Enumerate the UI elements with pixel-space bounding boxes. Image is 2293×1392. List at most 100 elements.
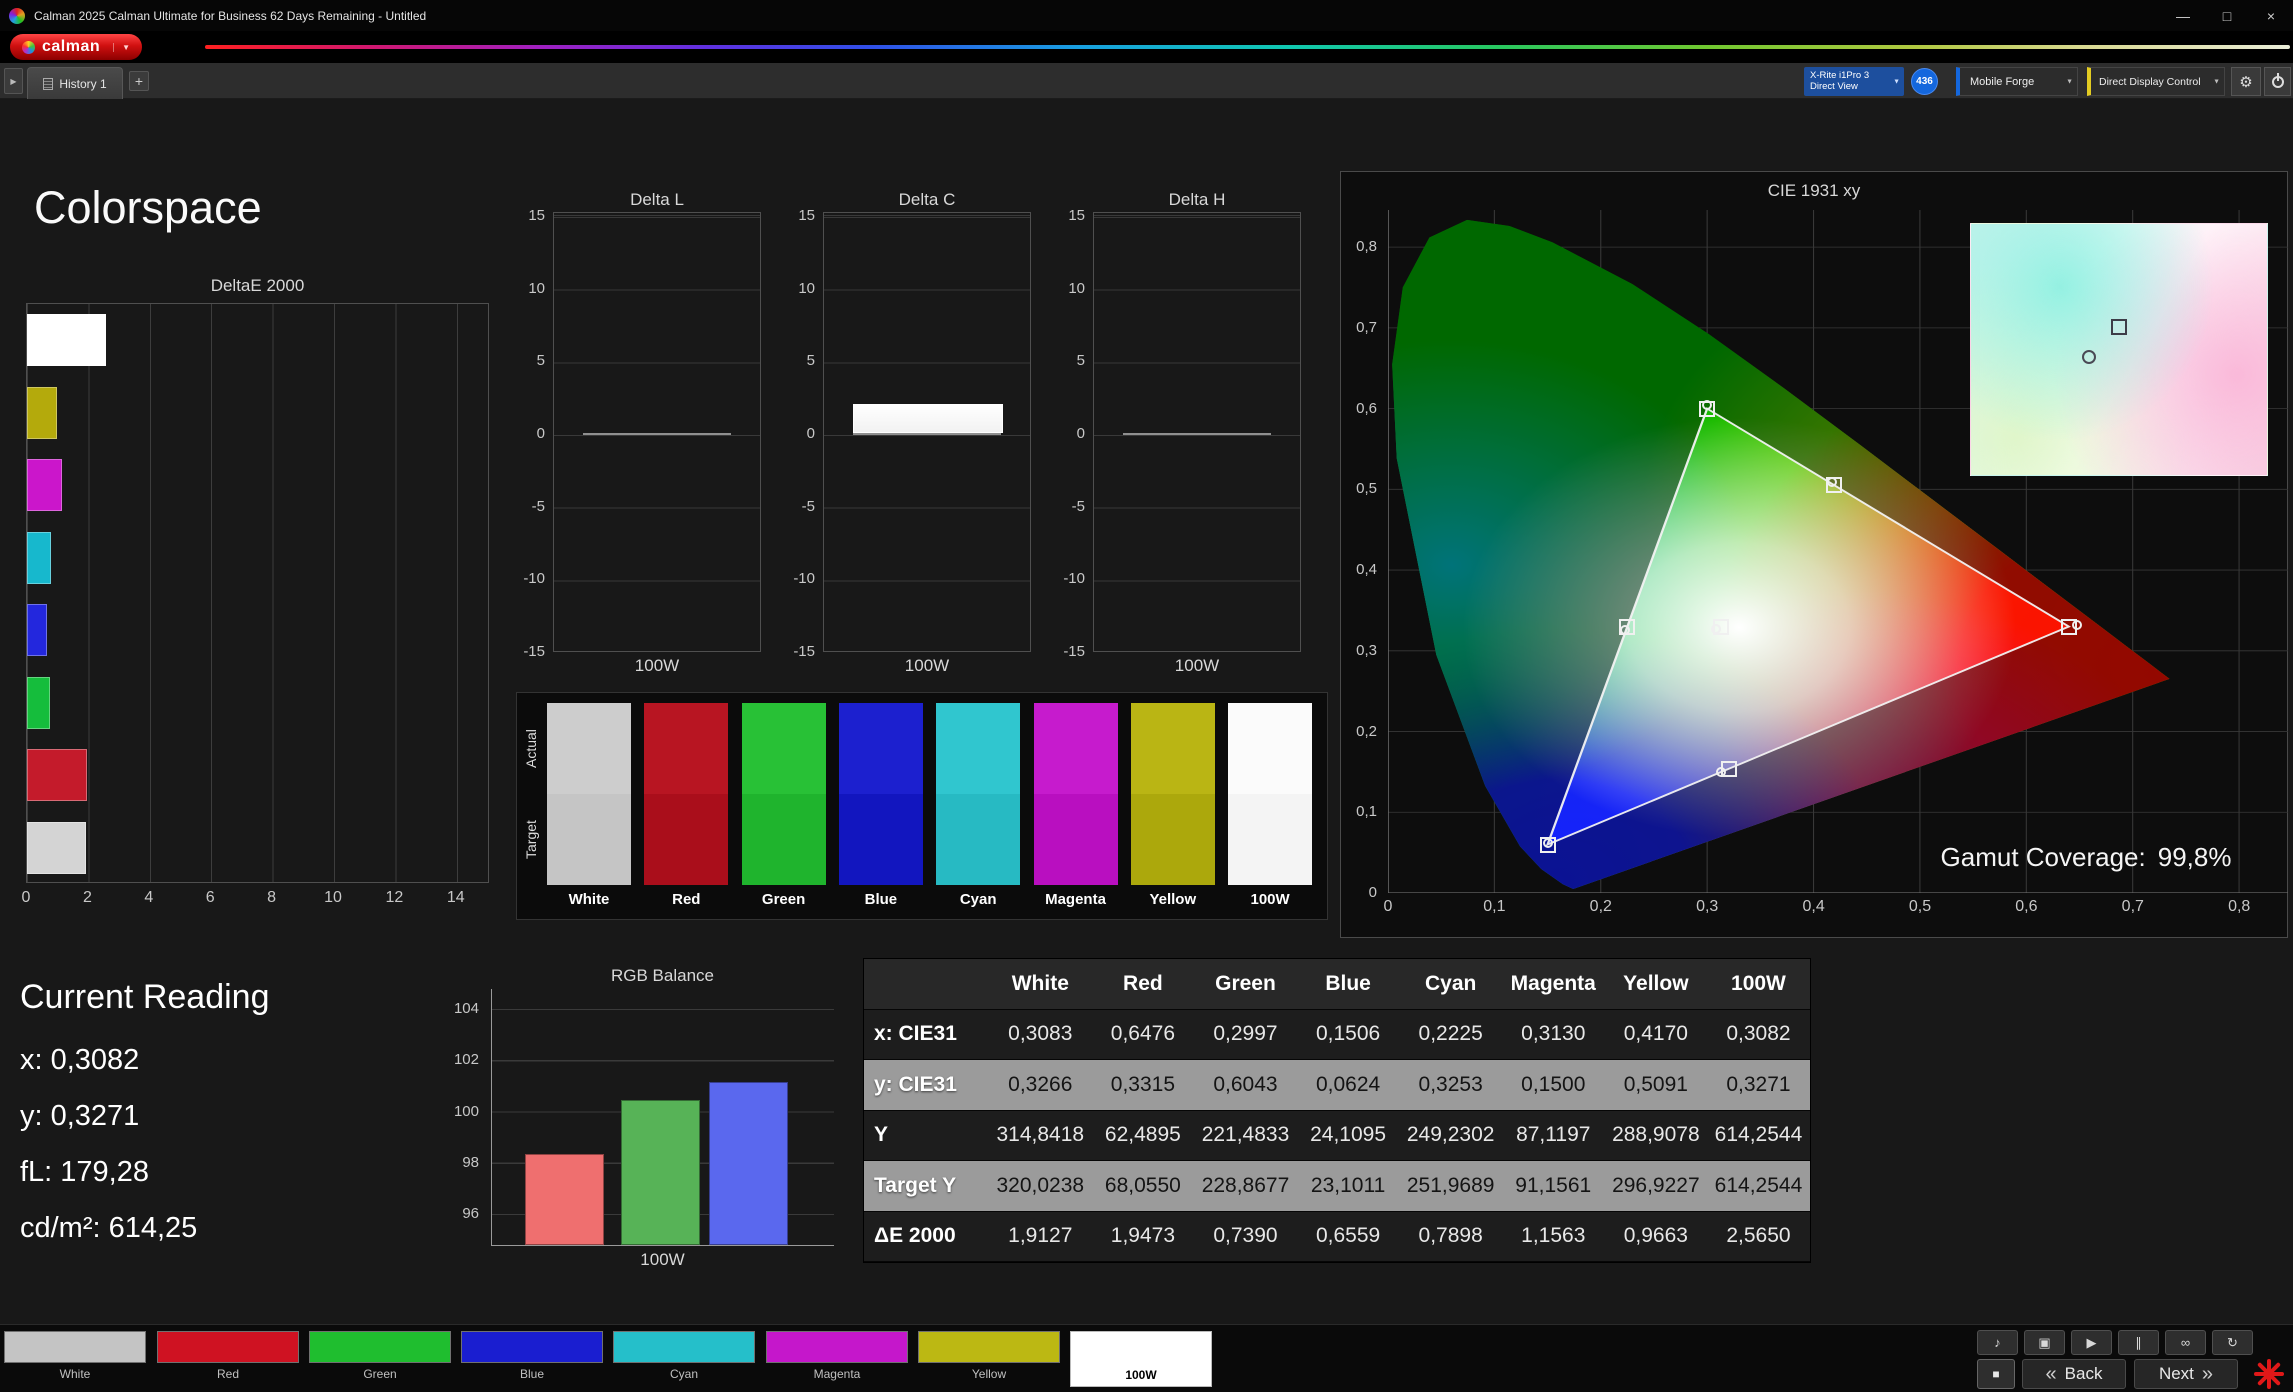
gamut-coverage: Gamut Coverage: 99,8% bbox=[1921, 842, 2251, 873]
next-label: Next bbox=[2158, 1364, 2194, 1383]
meter-count-badge: 436 bbox=[1911, 68, 1938, 95]
swatch-label: Red bbox=[672, 891, 701, 908]
patch-button-magenta[interactable]: Magenta bbox=[766, 1331, 908, 1387]
patch-button-100w[interactable]: 100W bbox=[1070, 1331, 1212, 1387]
minimize-button[interactable]: — bbox=[2161, 0, 2205, 31]
rainbow-divider bbox=[205, 45, 2290, 49]
patch-label: Red bbox=[216, 1367, 239, 1381]
patch-button-white[interactable]: White bbox=[4, 1331, 146, 1387]
close-button[interactable]: × bbox=[2249, 0, 2293, 31]
window-title: Calman 2025 Calman Ultimate for Business… bbox=[34, 8, 427, 23]
table-row: y: CIE31 0,3266 0,3315 0,6043 0,0624 0,3253 0,… bbox=[864, 1060, 1810, 1111]
cie-panel: CIE 1931 xy 0 0,1 0,2 0,3 0,4 0,5 0,6 0,… bbox=[1340, 171, 2288, 938]
tab-history-1[interactable]: History 1 bbox=[27, 67, 123, 99]
maximize-button[interactable]: □ bbox=[2205, 0, 2249, 31]
tab-scroll-button[interactable]: ▶ bbox=[4, 68, 23, 94]
chevron-down-icon: ▼ bbox=[1893, 78, 1900, 85]
delta-ytick: -15 bbox=[793, 643, 815, 660]
tab-label: History 1 bbox=[59, 76, 107, 91]
swatch-column-yellow: Yellow bbox=[1130, 703, 1215, 908]
patch-button-blue[interactable]: Blue bbox=[461, 1331, 603, 1387]
pause-button[interactable]: ∥ bbox=[2118, 1330, 2159, 1355]
display-control-label: Direct Display Control bbox=[2099, 75, 2201, 88]
cie-ytick: 0,6 bbox=[1356, 399, 1377, 417]
delta-ytick: 10 bbox=[798, 279, 815, 297]
rgb-bar-red bbox=[525, 1154, 604, 1245]
deltae-bar-yellow bbox=[27, 386, 57, 439]
delta-ytick: 15 bbox=[528, 207, 545, 224]
calman-window: Calman 2025 Calman Ultimate for Business… bbox=[0, 0, 2293, 1392]
deltae-row bbox=[27, 304, 488, 377]
deltae-row bbox=[27, 522, 488, 595]
display-control-button[interactable]: Direct Display Control ▼ bbox=[2087, 67, 2225, 96]
delta-ytick: -15 bbox=[523, 643, 545, 660]
table-cell: 0,3271 bbox=[1726, 1072, 1791, 1096]
rgb-ytick: 98 bbox=[462, 1153, 479, 1171]
next-arrow-icon: » bbox=[2201, 1362, 2214, 1385]
target-swatch-white bbox=[547, 794, 631, 885]
capture-icon: ▣ bbox=[2038, 1334, 2051, 1350]
table-cell: 1,1563 bbox=[1521, 1224, 1586, 1248]
patch-button-cyan[interactable]: Cyan bbox=[613, 1331, 755, 1387]
delta-ytick: 10 bbox=[1068, 279, 1085, 297]
cie-xtick: 0,2 bbox=[1589, 898, 1612, 915]
swatch-column-white: White bbox=[547, 703, 631, 908]
meter-status-icon[interactable] bbox=[2252, 1357, 2286, 1391]
delta-ytick: -15 bbox=[1063, 643, 1085, 660]
table-cell: 91,1561 bbox=[1515, 1173, 1592, 1197]
swatch-column-green: Green bbox=[741, 703, 826, 908]
chevron-down-icon: ▼ bbox=[2213, 78, 2220, 85]
cie-xticks: 0 0,1 0,2 0,3 0,4 0,5 0,6 0,7 0,8 bbox=[1384, 898, 2288, 918]
continuous-button[interactable]: ∞ bbox=[2165, 1330, 2206, 1355]
play-button[interactable]: ▶ bbox=[2071, 1330, 2112, 1355]
power-button[interactable] bbox=[2264, 67, 2291, 96]
deltae-row bbox=[27, 812, 488, 885]
actual-swatch-cyan bbox=[936, 703, 1021, 794]
pattern-source-label: Mobile Forge bbox=[1970, 75, 2035, 88]
swatch-label: Magenta bbox=[1045, 891, 1106, 908]
calman-logo-text: calman bbox=[42, 38, 101, 55]
back-arrow-icon: « bbox=[2045, 1362, 2057, 1385]
table-cell: 1,9127 bbox=[1008, 1224, 1073, 1248]
target-swatch-cyan bbox=[936, 794, 1021, 885]
logo-bar: calman ▼ bbox=[0, 31, 2293, 63]
table-cell: 0,6559 bbox=[1315, 1224, 1381, 1248]
capture-button[interactable]: ▣ bbox=[2024, 1330, 2065, 1355]
add-tab-button[interactable]: + bbox=[129, 71, 149, 91]
patch-button-yellow[interactable]: Yellow bbox=[918, 1331, 1060, 1387]
audio-button[interactable]: ♪ bbox=[1977, 1330, 2018, 1355]
pause-icon: ∥ bbox=[2135, 1334, 2142, 1350]
cie-xtick: 0,3 bbox=[1696, 898, 1719, 915]
white-point-inset bbox=[1970, 223, 2268, 476]
target-swatch-yellow bbox=[1130, 794, 1215, 885]
table-row-label: Y bbox=[874, 1123, 889, 1147]
chart-delta-l bbox=[553, 212, 761, 652]
table-cell: 0,7390 bbox=[1213, 1224, 1278, 1248]
pattern-source-button[interactable]: Mobile Forge ▼ bbox=[1956, 67, 2078, 96]
loop-button[interactable]: ↻ bbox=[2212, 1330, 2253, 1355]
deltae-xtick: 6 bbox=[205, 889, 215, 906]
swatch-label: Yellow bbox=[1149, 891, 1197, 908]
back-button[interactable]: « Back bbox=[2022, 1359, 2126, 1389]
next-button[interactable]: Next » bbox=[2134, 1359, 2238, 1389]
stop-button[interactable]: ■ bbox=[1977, 1359, 2015, 1389]
table-header-cell: 100W bbox=[1731, 971, 1786, 995]
delta-ytick: 0 bbox=[1076, 425, 1085, 442]
swatch-panel: Actual Target White Red Green Blue Cyan Magen… bbox=[516, 692, 1328, 920]
table-corner-cell bbox=[864, 959, 989, 1009]
patch-button-green[interactable]: Green bbox=[309, 1331, 451, 1387]
rgb-balance-xlabel: 100W bbox=[640, 1250, 685, 1269]
rgb-ytick: 100 bbox=[453, 1102, 479, 1120]
meter-button[interactable]: X-Rite i1Pro 3 Direct View ▼ bbox=[1804, 67, 1904, 96]
calman-menu-button[interactable]: calman ▼ bbox=[10, 34, 143, 60]
table-cell: 0,4170 bbox=[1623, 1022, 1688, 1046]
deltae-bar-red bbox=[27, 749, 87, 801]
zero-line bbox=[1123, 433, 1271, 435]
actual-swatch-blue bbox=[838, 703, 923, 794]
settings-button[interactable]: ⚙ bbox=[2231, 67, 2261, 96]
cie-ytick: 0,2 bbox=[1356, 722, 1377, 740]
patch-button-red[interactable]: Red bbox=[157, 1331, 299, 1387]
cie-ytick: 0,3 bbox=[1356, 641, 1377, 659]
target-swatch-magenta bbox=[1033, 794, 1118, 885]
patch-label: Yellow bbox=[971, 1367, 1007, 1381]
